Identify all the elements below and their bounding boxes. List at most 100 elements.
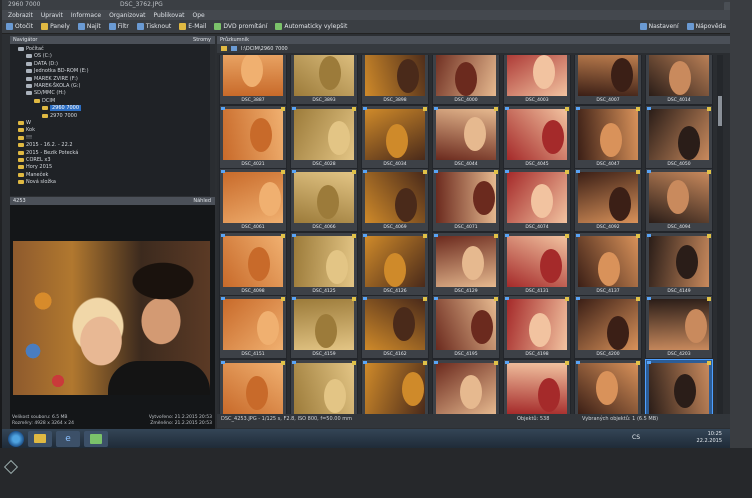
thumbnail-cell[interactable]: DSC_4211 [290, 358, 358, 414]
thumbnail-photo[interactable] [223, 362, 283, 414]
toolbar-button-7[interactable]: Automaticky vylepšit [275, 23, 347, 30]
menu-item-2[interactable]: Informace [71, 12, 101, 19]
thumbnail-cell[interactable]: DSC_4253 [645, 358, 713, 414]
thumbnail-photo[interactable] [436, 362, 496, 414]
thumbnail-photo[interactable] [507, 108, 567, 160]
system-clock[interactable]: 10:25 22.2.2015 [697, 431, 722, 445]
thumbnail-photo[interactable] [578, 172, 638, 223]
preview-panel-mode[interactable]: Náhled [193, 198, 211, 204]
thumbnail-cell[interactable]: DSC_4007 [574, 55, 642, 105]
thumbnail-photo[interactable] [649, 362, 709, 414]
folder-tree-scrollbar[interactable] [210, 44, 215, 196]
folder-tree-item[interactable]: OS (C:) [26, 53, 52, 59]
thumbnail-photo[interactable] [436, 55, 496, 96]
thumbnail-photo[interactable] [649, 299, 709, 350]
folder-tree-item[interactable]: 2015 - Bezik Potecká [18, 150, 78, 156]
thumbnail-photo[interactable] [223, 235, 283, 287]
folder-tree-item[interactable]: COREL x3 [18, 157, 51, 163]
path-bar[interactable]: I:\DCIM\2960 7000 [217, 44, 730, 53]
thumbnail-cell[interactable]: DSC_4198 [503, 295, 571, 359]
thumbnail-cell[interactable]: DSC_4162 [361, 295, 429, 359]
thumbnail-cell[interactable]: DSC_4131 [503, 231, 571, 296]
thumbnail-photo[interactable] [578, 55, 638, 96]
thumbnail-photo[interactable] [436, 235, 496, 287]
thumbnail-photo[interactable] [578, 108, 638, 160]
start-button[interactable] [8, 430, 24, 447]
thumbnail-photo[interactable] [507, 55, 567, 96]
toolbar-button-3[interactable]: Filtr [108, 23, 129, 30]
thumbnail-cell[interactable]: DSC_4061 [219, 168, 287, 232]
thumbnail-photo[interactable] [507, 299, 567, 350]
thumbnail-photo[interactable] [294, 299, 354, 350]
thumbnail-cell[interactable]: DSC_4207 [219, 358, 287, 414]
grid-scrollbar-thumb[interactable] [718, 96, 722, 126]
folder-tree-item[interactable]: W [18, 120, 31, 126]
thumbnail-photo[interactable] [223, 108, 283, 160]
folder-tree-item[interactable]: Maneček [18, 172, 48, 178]
thumbnail-photo[interactable] [294, 172, 354, 223]
toolbar-button-6[interactable]: DVD promítání [214, 23, 267, 30]
app-taskbar-button[interactable] [84, 430, 108, 447]
language-indicator[interactable]: CS [632, 434, 640, 441]
folder-panel-mode[interactable]: Stromy [193, 37, 211, 43]
thumbnail-cell[interactable]: DSC_4125 [290, 231, 358, 296]
folder-tree-item[interactable]: DATA (D:) [26, 61, 58, 67]
thumbnail-cell[interactable]: DSC_4028 [290, 104, 358, 169]
thumbnail-cell[interactable]: DSC_4151 [219, 295, 287, 359]
thumbnail-photo[interactable] [223, 55, 283, 96]
folder-tree-item[interactable]: 2960 7000 [42, 105, 82, 112]
thumbnail-cell[interactable]: DSC_4000 [432, 55, 500, 105]
folder-up-icon[interactable] [231, 46, 237, 51]
thumbnail-photo[interactable] [223, 299, 283, 350]
folder-tree-item[interactable]: DCIM [34, 98, 55, 104]
thumbnail-cell[interactable]: DSC_4149 [645, 231, 713, 296]
thumbnail-photo[interactable] [294, 235, 354, 287]
thumbnail-cell[interactable]: DSC_4014 [645, 55, 713, 105]
thumbnail-cell[interactable]: DSC_4021 [219, 104, 287, 169]
thumbnail-cell[interactable]: DSC_4034 [361, 104, 429, 169]
thumbnail-cell[interactable]: DSC_4229 [503, 358, 571, 414]
thumbnail-photo[interactable] [578, 362, 638, 414]
thumbnail-photo[interactable] [365, 55, 425, 96]
menu-item-3[interactable]: Organizovat [109, 12, 145, 19]
folder-tree-item[interactable]: MAREK-ŠKOLA (G:) [26, 83, 80, 89]
toolbar-button-5[interactable]: E-Mail [179, 23, 206, 30]
thumbnail-photo[interactable] [578, 299, 638, 350]
thumbnail-cell[interactable]: DSC_4159 [290, 295, 358, 359]
thumbnail-photo[interactable] [649, 235, 709, 287]
folder-tree-item[interactable]: Hory 2015 [18, 164, 52, 170]
thumbnail-photo[interactable] [578, 235, 638, 287]
thumbnail-photo[interactable] [365, 172, 425, 223]
explorer-taskbar-button[interactable] [28, 430, 52, 447]
thumbnail-cell[interactable]: DSC_3887 [219, 55, 287, 105]
folder-tree-item[interactable]: !!! [18, 135, 32, 141]
thumbnail-photo[interactable] [294, 108, 354, 160]
file-tab[interactable]: DSC_3762.JPG [120, 1, 163, 8]
thumbnail-cell[interactable]: DSC_4098 [219, 231, 287, 296]
thumbnail-cell[interactable]: DSC_4094 [645, 168, 713, 232]
toolbar-button-0[interactable]: Otočit [6, 23, 33, 30]
thumbnail-cell[interactable]: DSC_4074 [503, 168, 571, 232]
thumbnail-cell[interactable]: DSC_4044 [432, 104, 500, 169]
preview-photo[interactable] [13, 241, 210, 395]
thumbnail-cell[interactable]: DSC_4137 [574, 231, 642, 296]
thumbnail-photo[interactable] [507, 235, 567, 287]
folder-tree-item[interactable]: 2970 7000 [42, 113, 77, 119]
folder-tree-item[interactable]: Jednotka BD-ROM (E:) [26, 68, 89, 74]
folder-tree-item[interactable]: SD/MMC (H:) [26, 90, 66, 96]
thumbnail-cell[interactable]: DSC_4126 [361, 231, 429, 296]
folder-tree-item[interactable]: Počítač [18, 46, 44, 52]
toolbar-button-2[interactable]: Najít [77, 23, 101, 30]
menu-item-5[interactable]: Ope [193, 12, 205, 19]
thumbnail-photo[interactable] [436, 172, 496, 223]
thumbnail-cell[interactable]: DSC_4217 [432, 358, 500, 414]
thumbnail-photo[interactable] [223, 172, 283, 223]
thumbnail-photo[interactable] [649, 55, 709, 96]
thumbnail-cell[interactable]: DSC_4069 [361, 168, 429, 232]
toolbar-button-4[interactable]: Tisknout [136, 23, 171, 30]
folder-tree-item[interactable]: Nová složka [18, 179, 56, 185]
thumbnail-cell[interactable]: DSC_4243 [574, 358, 642, 414]
menu-item-0[interactable]: Zobrazit [8, 12, 33, 19]
menu-item-1[interactable]: Upravit [41, 12, 63, 19]
thumbnail-photo[interactable] [294, 55, 354, 96]
